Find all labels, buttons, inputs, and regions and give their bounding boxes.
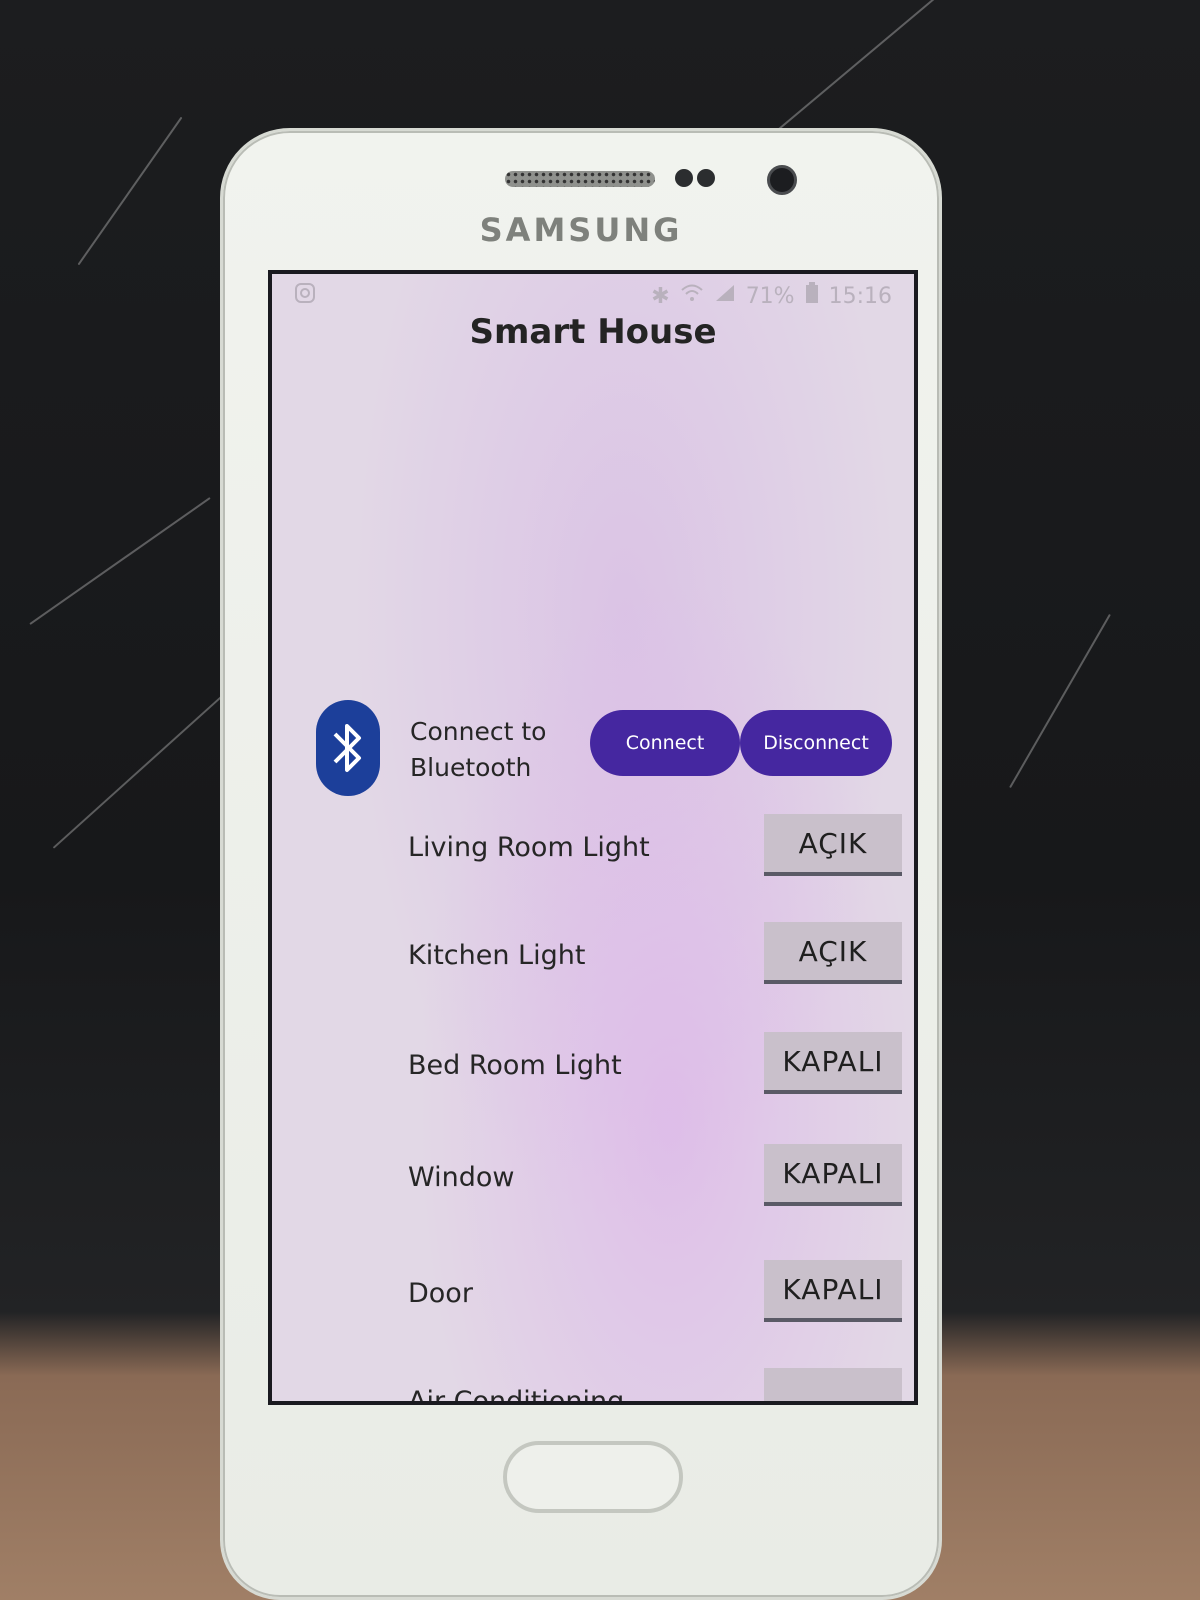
signal-icon [714,283,736,309]
instagram-icon [294,282,316,310]
device-row-kitchen-light: Kitchen Light AÇIK [272,922,914,992]
toggle-button[interactable]: KAPALI [764,1144,902,1206]
bluetooth-label-line1: Connect to [410,717,547,746]
app-screen: ✱ 71% 15:16 Smart House Connect to Bluet… [268,270,918,1405]
device-row-door: Door KAPALI [272,1260,914,1330]
toggle-button[interactable] [764,1368,902,1401]
clock: 15:16 [828,283,892,309]
bluetooth-label: Connect to Bluetooth [410,714,580,786]
device-label: Air Conditioning [408,1386,625,1405]
bluetooth-row: Connect to Bluetooth Connect Disconnect [316,700,914,800]
device-row-window: Window KAPALI [272,1144,914,1214]
toggle-button[interactable]: KAPALI [764,1032,902,1094]
battery-percent: 71% [745,283,795,309]
toggle-button[interactable]: KAPALI [764,1260,902,1322]
home-button[interactable] [503,1441,683,1513]
device-label: Living Room Light [408,832,650,863]
light-sensor [697,169,715,187]
battery-icon [805,282,819,310]
device-label: Kitchen Light [408,940,586,971]
device-row-living-room-light: Living Room Light AÇIK [272,814,914,884]
device-label: Door [408,1278,473,1309]
earpiece-speaker [505,171,655,187]
bluetooth-status-icon: ✱ [651,283,670,309]
status-bar: ✱ 71% 15:16 [272,282,914,312]
device-row-air-conditioning: Air Conditioning [272,1368,914,1405]
bluetooth-icon [316,700,380,796]
app-title: Smart House [469,312,717,352]
device-label: Bed Room Light [408,1050,622,1081]
toggle-button[interactable]: AÇIK [764,922,902,984]
device-label: Window [408,1162,515,1193]
proximity-sensor [675,169,693,187]
front-camera [767,165,797,195]
disconnect-button[interactable]: Disconnect [740,710,892,776]
wifi-icon [680,283,704,309]
brand-logo: SAMSUNG [479,211,683,249]
connect-button[interactable]: Connect [590,710,740,776]
device-row-bed-room-light: Bed Room Light KAPALI [272,1032,914,1102]
bluetooth-label-line2: Bluetooth [410,753,532,782]
toggle-button[interactable]: AÇIK [764,814,902,876]
